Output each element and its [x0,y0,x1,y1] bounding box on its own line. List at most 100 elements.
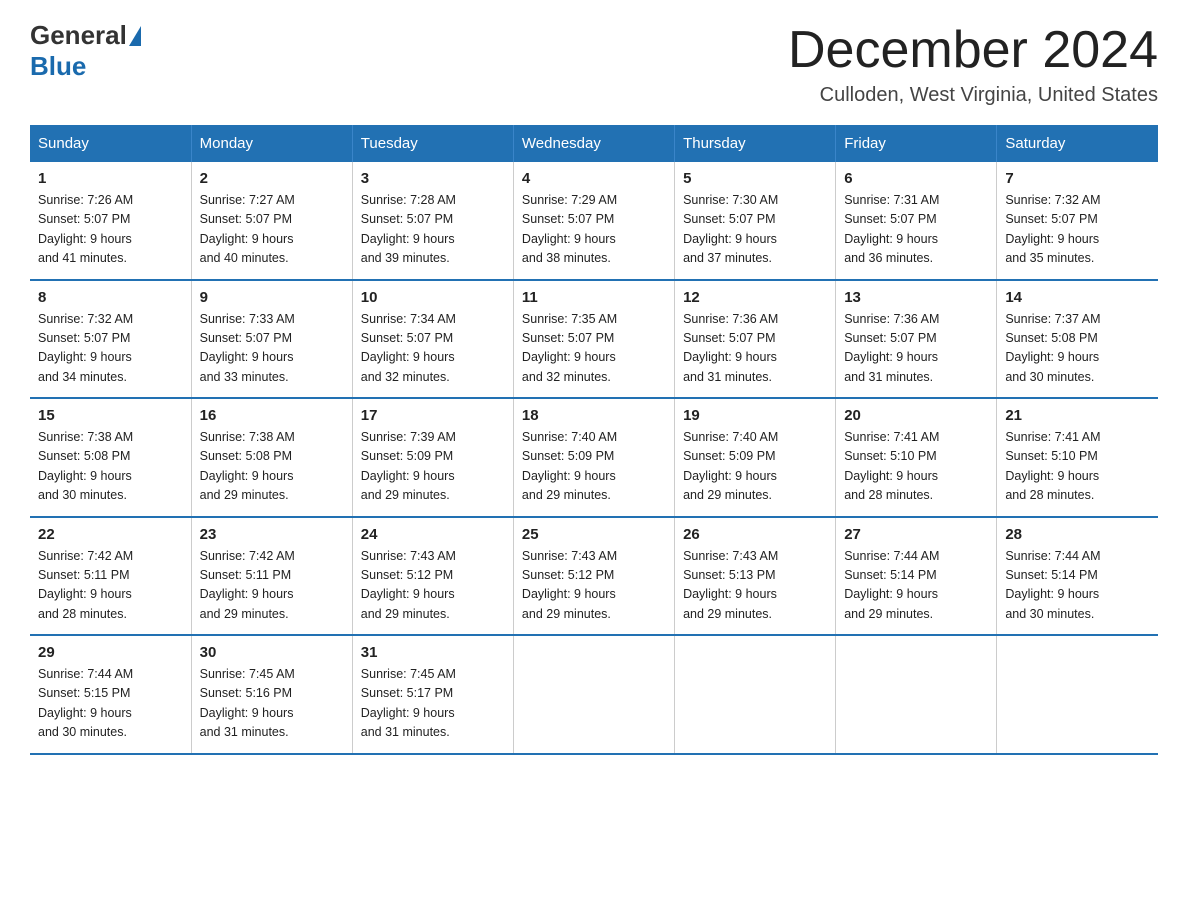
week-row-5: 29 Sunrise: 7:44 AM Sunset: 5:15 PM Dayl… [30,635,1158,754]
calendar-cell: 13 Sunrise: 7:36 AM Sunset: 5:07 PM Dayl… [836,280,997,399]
day-number: 3 [361,170,505,187]
week-row-2: 8 Sunrise: 7:32 AM Sunset: 5:07 PM Dayli… [30,280,1158,399]
calendar-cell: 4 Sunrise: 7:29 AM Sunset: 5:07 PM Dayli… [513,162,674,280]
logo-general-text: General [30,20,127,51]
location: Culloden, West Virginia, United States [788,84,1158,107]
calendar-cell: 24 Sunrise: 7:43 AM Sunset: 5:12 PM Dayl… [352,517,513,636]
logo: General Blue [30,20,141,82]
day-number: 20 [844,407,988,424]
calendar-cell: 14 Sunrise: 7:37 AM Sunset: 5:08 PM Dayl… [997,280,1158,399]
day-info: Sunrise: 7:30 AM Sunset: 5:07 PM Dayligh… [683,191,827,269]
day-number: 16 [200,407,344,424]
calendar-cell: 7 Sunrise: 7:32 AM Sunset: 5:07 PM Dayli… [997,162,1158,280]
day-info: Sunrise: 7:38 AM Sunset: 5:08 PM Dayligh… [38,428,183,506]
day-info: Sunrise: 7:27 AM Sunset: 5:07 PM Dayligh… [200,191,344,269]
day-number: 19 [683,407,827,424]
day-info: Sunrise: 7:42 AM Sunset: 5:11 PM Dayligh… [38,547,183,625]
calendar-cell: 20 Sunrise: 7:41 AM Sunset: 5:10 PM Dayl… [836,398,997,517]
calendar-cell: 22 Sunrise: 7:42 AM Sunset: 5:11 PM Dayl… [30,517,191,636]
day-number: 14 [1005,289,1150,306]
calendar-cell: 23 Sunrise: 7:42 AM Sunset: 5:11 PM Dayl… [191,517,352,636]
day-info: Sunrise: 7:45 AM Sunset: 5:16 PM Dayligh… [200,665,344,743]
calendar-cell [997,635,1158,754]
day-number: 11 [522,289,666,306]
day-number: 31 [361,644,505,661]
day-info: Sunrise: 7:32 AM Sunset: 5:07 PM Dayligh… [1005,191,1150,269]
calendar-cell [836,635,997,754]
day-number: 22 [38,526,183,543]
day-info: Sunrise: 7:34 AM Sunset: 5:07 PM Dayligh… [361,310,505,388]
day-info: Sunrise: 7:28 AM Sunset: 5:07 PM Dayligh… [361,191,505,269]
month-title: December 2024 [788,20,1158,80]
day-info: Sunrise: 7:45 AM Sunset: 5:17 PM Dayligh… [361,665,505,743]
day-number: 26 [683,526,827,543]
day-info: Sunrise: 7:36 AM Sunset: 5:07 PM Dayligh… [683,310,827,388]
calendar-cell: 25 Sunrise: 7:43 AM Sunset: 5:12 PM Dayl… [513,517,674,636]
day-number: 12 [683,289,827,306]
calendar-cell: 26 Sunrise: 7:43 AM Sunset: 5:13 PM Dayl… [675,517,836,636]
page-header: General Blue December 2024 Culloden, Wes… [30,20,1158,107]
day-info: Sunrise: 7:31 AM Sunset: 5:07 PM Dayligh… [844,191,988,269]
calendar-cell: 16 Sunrise: 7:38 AM Sunset: 5:08 PM Dayl… [191,398,352,517]
calendar-cell: 10 Sunrise: 7:34 AM Sunset: 5:07 PM Dayl… [352,280,513,399]
logo-triangle-icon [129,26,141,46]
title-section: December 2024 Culloden, West Virginia, U… [788,20,1158,107]
calendar-cell [513,635,674,754]
header-saturday: Saturday [997,125,1158,162]
day-info: Sunrise: 7:33 AM Sunset: 5:07 PM Dayligh… [200,310,344,388]
header-monday: Monday [191,125,352,162]
day-info: Sunrise: 7:42 AM Sunset: 5:11 PM Dayligh… [200,547,344,625]
day-number: 17 [361,407,505,424]
header-friday: Friday [836,125,997,162]
calendar-cell: 21 Sunrise: 7:41 AM Sunset: 5:10 PM Dayl… [997,398,1158,517]
day-info: Sunrise: 7:37 AM Sunset: 5:08 PM Dayligh… [1005,310,1150,388]
calendar-cell: 11 Sunrise: 7:35 AM Sunset: 5:07 PM Dayl… [513,280,674,399]
day-number: 7 [1005,170,1150,187]
calendar-cell: 1 Sunrise: 7:26 AM Sunset: 5:07 PM Dayli… [30,162,191,280]
calendar-cell: 18 Sunrise: 7:40 AM Sunset: 5:09 PM Dayl… [513,398,674,517]
week-row-1: 1 Sunrise: 7:26 AM Sunset: 5:07 PM Dayli… [30,162,1158,280]
day-info: Sunrise: 7:26 AM Sunset: 5:07 PM Dayligh… [38,191,183,269]
calendar-cell: 29 Sunrise: 7:44 AM Sunset: 5:15 PM Dayl… [30,635,191,754]
day-number: 25 [522,526,666,543]
day-number: 5 [683,170,827,187]
calendar-cell: 15 Sunrise: 7:38 AM Sunset: 5:08 PM Dayl… [30,398,191,517]
day-info: Sunrise: 7:41 AM Sunset: 5:10 PM Dayligh… [1005,428,1150,506]
day-info: Sunrise: 7:38 AM Sunset: 5:08 PM Dayligh… [200,428,344,506]
day-number: 8 [38,289,183,306]
day-number: 28 [1005,526,1150,543]
day-number: 6 [844,170,988,187]
day-number: 1 [38,170,183,187]
calendar-table: SundayMondayTuesdayWednesdayThursdayFrid… [30,125,1158,755]
calendar-cell: 27 Sunrise: 7:44 AM Sunset: 5:14 PM Dayl… [836,517,997,636]
calendar-cell [675,635,836,754]
day-info: Sunrise: 7:44 AM Sunset: 5:14 PM Dayligh… [1005,547,1150,625]
day-number: 15 [38,407,183,424]
day-info: Sunrise: 7:43 AM Sunset: 5:12 PM Dayligh… [522,547,666,625]
calendar-cell: 3 Sunrise: 7:28 AM Sunset: 5:07 PM Dayli… [352,162,513,280]
calendar-cell: 9 Sunrise: 7:33 AM Sunset: 5:07 PM Dayli… [191,280,352,399]
calendar-cell: 5 Sunrise: 7:30 AM Sunset: 5:07 PM Dayli… [675,162,836,280]
calendar-cell: 8 Sunrise: 7:32 AM Sunset: 5:07 PM Dayli… [30,280,191,399]
week-row-4: 22 Sunrise: 7:42 AM Sunset: 5:11 PM Dayl… [30,517,1158,636]
day-info: Sunrise: 7:43 AM Sunset: 5:13 PM Dayligh… [683,547,827,625]
day-number: 2 [200,170,344,187]
header-tuesday: Tuesday [352,125,513,162]
week-row-3: 15 Sunrise: 7:38 AM Sunset: 5:08 PM Dayl… [30,398,1158,517]
day-number: 10 [361,289,505,306]
day-number: 13 [844,289,988,306]
day-number: 9 [200,289,344,306]
calendar-cell: 19 Sunrise: 7:40 AM Sunset: 5:09 PM Dayl… [675,398,836,517]
day-info: Sunrise: 7:43 AM Sunset: 5:12 PM Dayligh… [361,547,505,625]
header-thursday: Thursday [675,125,836,162]
calendar-cell: 30 Sunrise: 7:45 AM Sunset: 5:16 PM Dayl… [191,635,352,754]
day-number: 21 [1005,407,1150,424]
calendar-cell: 31 Sunrise: 7:45 AM Sunset: 5:17 PM Dayl… [352,635,513,754]
calendar-cell: 2 Sunrise: 7:27 AM Sunset: 5:07 PM Dayli… [191,162,352,280]
calendar-cell: 28 Sunrise: 7:44 AM Sunset: 5:14 PM Dayl… [997,517,1158,636]
day-info: Sunrise: 7:40 AM Sunset: 5:09 PM Dayligh… [683,428,827,506]
day-info: Sunrise: 7:35 AM Sunset: 5:07 PM Dayligh… [522,310,666,388]
day-info: Sunrise: 7:29 AM Sunset: 5:07 PM Dayligh… [522,191,666,269]
day-number: 4 [522,170,666,187]
day-info: Sunrise: 7:44 AM Sunset: 5:15 PM Dayligh… [38,665,183,743]
